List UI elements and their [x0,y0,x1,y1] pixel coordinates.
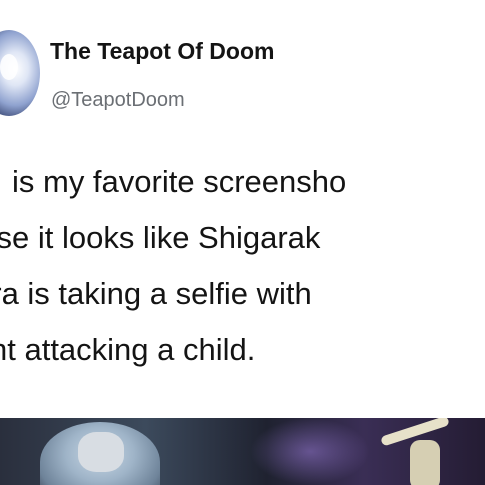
author-display-name[interactable]: The Teapot Of Doom [50,38,274,65]
media-character-face [78,432,124,472]
media-glow [250,418,370,485]
media-figure-body [410,440,440,485]
tweet-text-line: nt attacking a child. [0,332,256,367]
author-handle[interactable]: @TeapotDoom [51,89,185,112]
tweet-text: is my favorite screensho ause it looks l… [0,160,485,420]
tweet-media-image[interactable] [0,418,485,485]
profile-avatar-icon[interactable] [0,30,40,116]
tweet-text-line: ura is taking a selfie with [0,276,312,311]
tweet-text-line: is my favorite screensho [12,164,347,199]
avatar-highlight [0,54,18,80]
tweet-card: The Teapot Of Doom @TeapotDoom is my fav… [0,0,485,485]
tweet-text-line: ause it looks like Shigarak [0,220,321,255]
